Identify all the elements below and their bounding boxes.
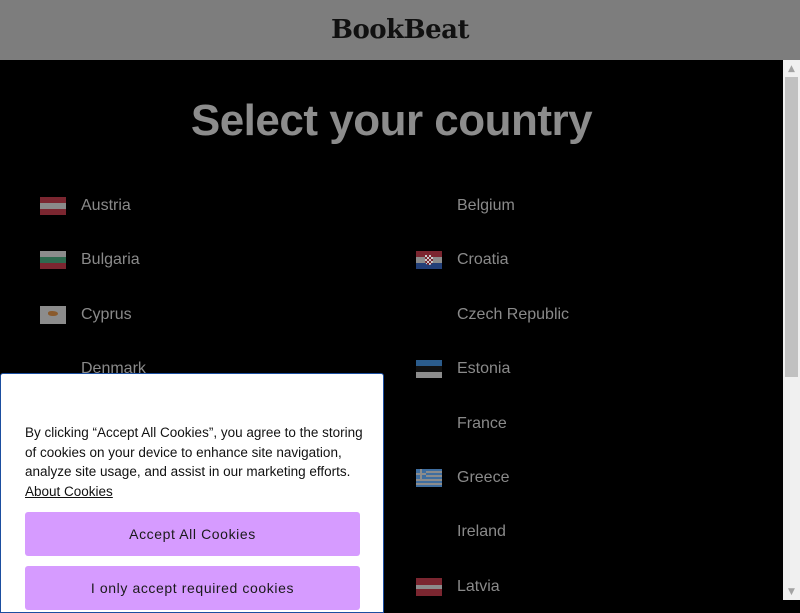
country-label: Ireland	[457, 523, 506, 540]
country-label: Czech Republic	[457, 306, 570, 323]
arrow-down-icon[interactable]: ▼	[783, 583, 800, 600]
cookie-consent-text: By clicking “Accept All Cookies”, you ag…	[25, 423, 365, 501]
country-cyprus[interactable]: Cyprus	[40, 300, 132, 330]
cookie-consent-banner: By clicking “Accept All Cookies”, you ag…	[0, 373, 384, 613]
country-label: Estonia	[457, 360, 511, 377]
country-label: Cyprus	[81, 306, 132, 323]
bookbeat-logo[interactable]: BookBeat	[331, 15, 470, 45]
country-croatia[interactable]: Croatia	[416, 245, 509, 275]
country-label: Austria	[81, 197, 131, 214]
country-label: Greece	[457, 469, 510, 486]
austria-flag-icon	[40, 197, 66, 215]
estonia-flag-icon	[416, 360, 442, 378]
country-label: Bulgaria	[81, 251, 140, 268]
country-label: France	[457, 415, 507, 432]
accept-all-cookies-button[interactable]: Accept All Cookies	[25, 512, 360, 556]
croatia-flag-icon	[416, 251, 442, 269]
country-estonia[interactable]: Estonia	[416, 354, 510, 384]
country-belgium[interactable]: Belgium	[416, 191, 515, 221]
czech-flag-icon	[416, 306, 442, 324]
country-label: Belgium	[457, 197, 515, 214]
accept-required-cookies-button[interactable]: I only accept required cookies	[25, 566, 360, 610]
latvia-flag-icon	[416, 578, 442, 596]
scrollbar-thumb[interactable]	[785, 77, 798, 377]
country-label: Croatia	[457, 251, 509, 268]
site-header: BookBeat	[0, 0, 800, 60]
country-ireland[interactable]: Ireland	[416, 517, 506, 547]
cookie-description: By clicking “Accept All Cookies”, you ag…	[25, 425, 363, 479]
ireland-flag-icon	[416, 523, 442, 541]
cyprus-flag-icon	[40, 306, 66, 324]
arrow-up-icon[interactable]: ▲	[783, 60, 800, 77]
country-austria[interactable]: Austria	[40, 191, 131, 221]
country-france[interactable]: France	[416, 409, 507, 439]
belgium-flag-icon	[416, 197, 442, 215]
france-flag-icon	[416, 415, 442, 433]
bulgaria-flag-icon	[40, 251, 66, 269]
country-label: Latvia	[457, 578, 500, 595]
vertical-scrollbar[interactable]: ▲ ▼	[783, 60, 800, 600]
page-title: Select your country	[190, 96, 593, 145]
country-greece[interactable]: Greece	[416, 463, 509, 493]
country-latvia[interactable]: Latvia	[416, 572, 500, 600]
greece-flag-icon	[416, 469, 442, 487]
country-czech-republic[interactable]: Czech Republic	[416, 300, 569, 330]
about-cookies-link[interactable]: About Cookies	[25, 484, 113, 499]
country-bulgaria[interactable]: Bulgaria	[40, 245, 140, 275]
